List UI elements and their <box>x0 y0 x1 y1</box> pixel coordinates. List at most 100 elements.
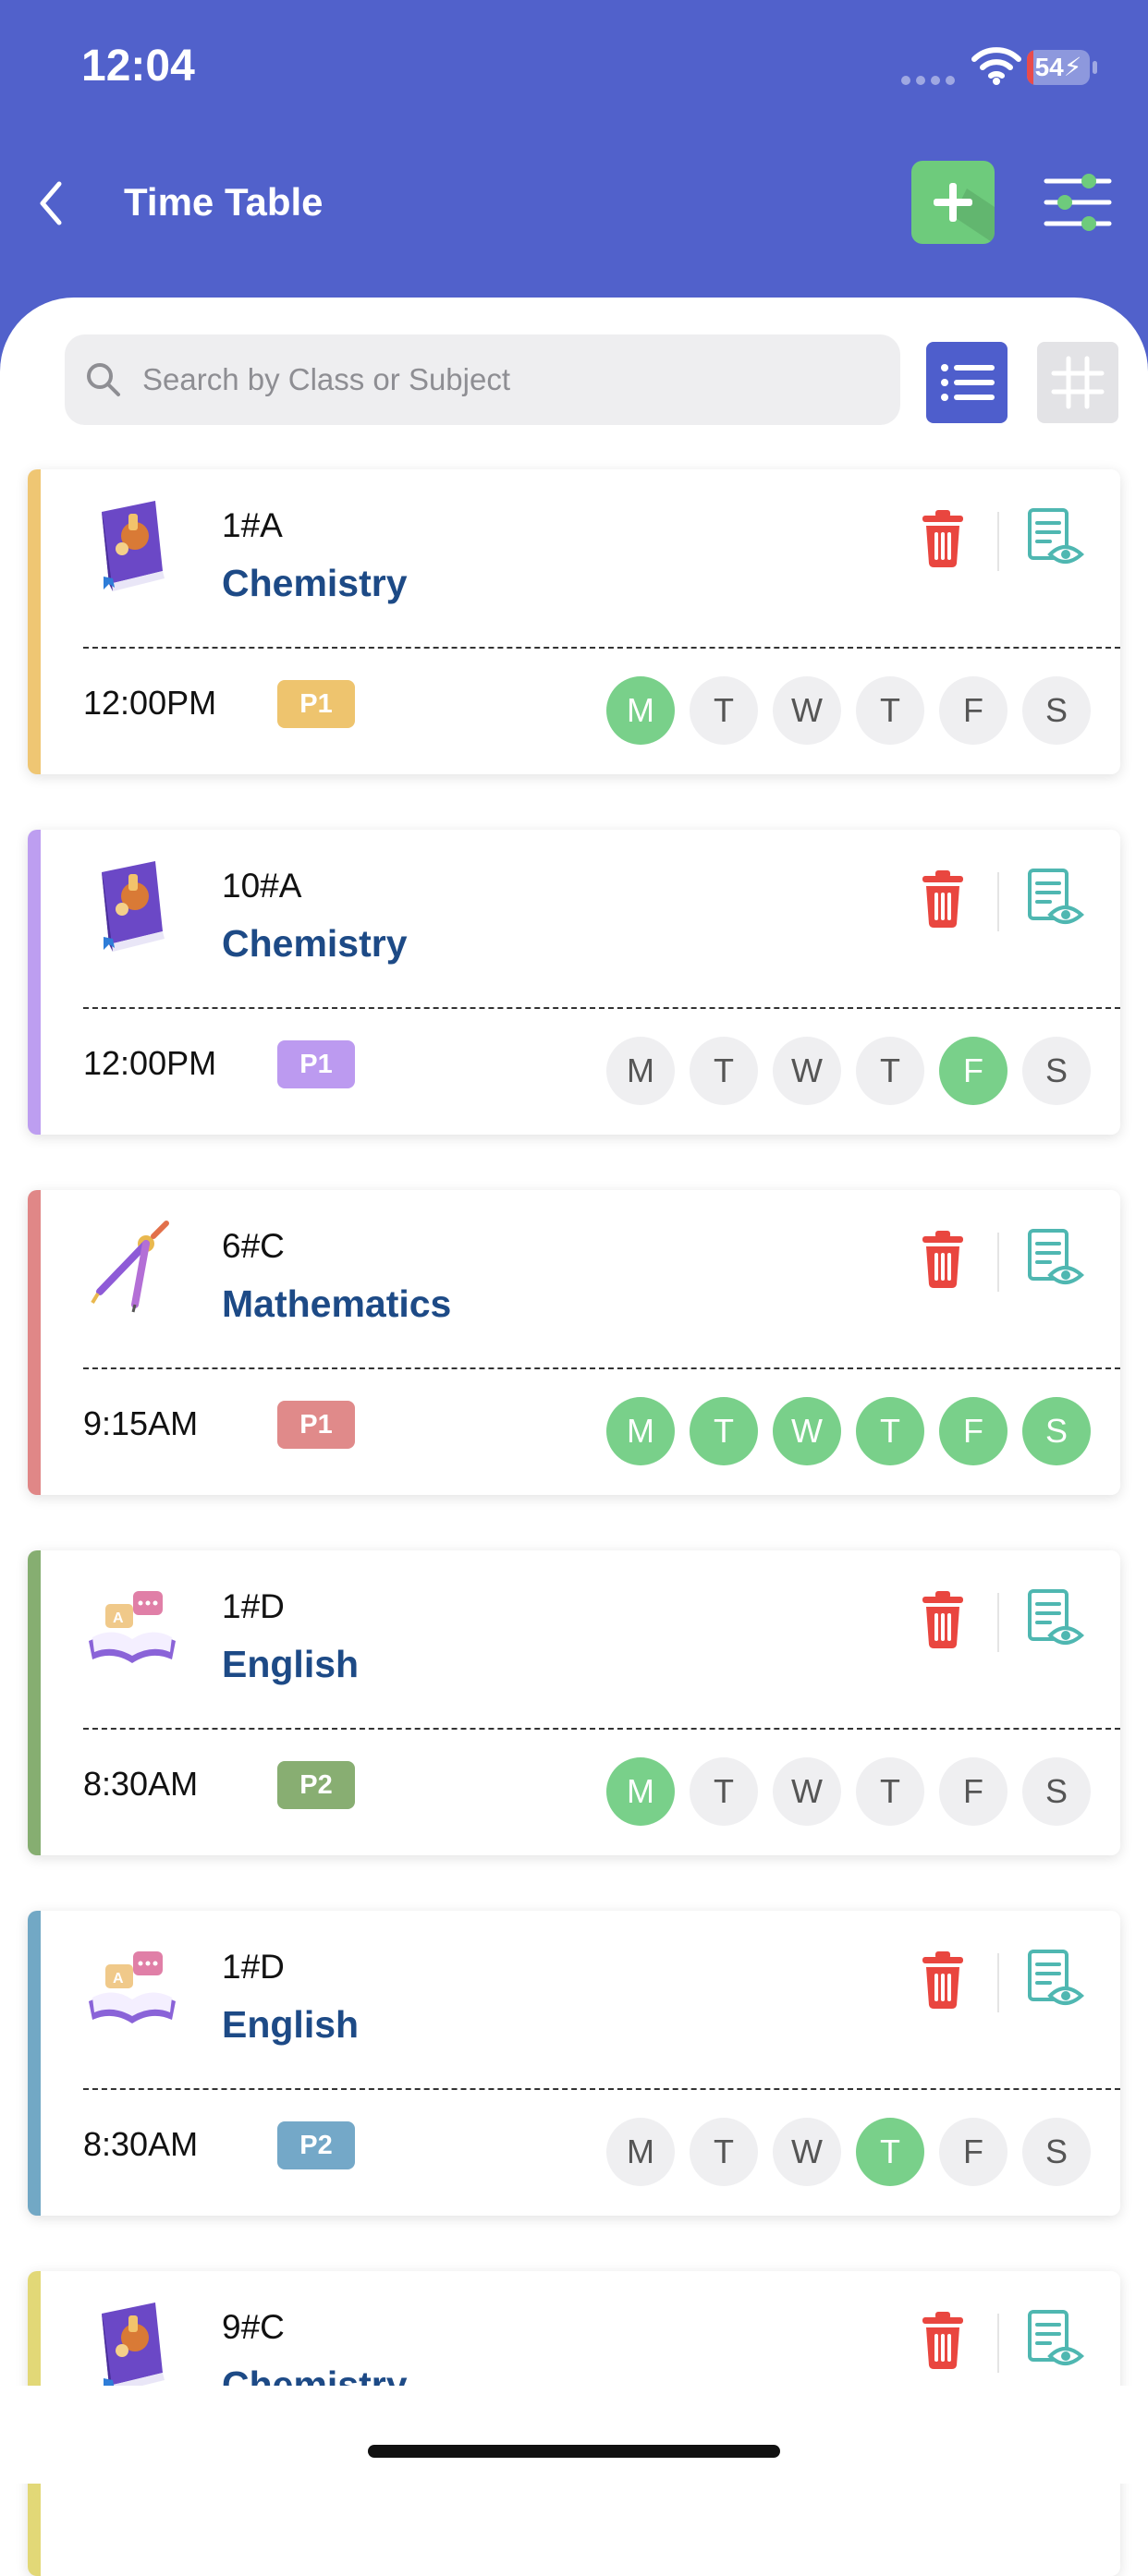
trash-icon <box>922 1231 963 1288</box>
day-chip-w[interactable]: W <box>773 2118 841 2186</box>
search-icon <box>87 363 120 396</box>
day-chips: MTWTFS <box>606 2118 1091 2186</box>
timetable-card[interactable]: A 1#D English 8:30AM P2 MTWTFS <box>28 1911 1120 2216</box>
day-chip-s[interactable]: S <box>1022 676 1091 745</box>
period-badge: P1 <box>277 1401 355 1449</box>
view-details-icon <box>1028 508 1085 564</box>
view-button[interactable] <box>1026 1948 1085 2012</box>
chemistry-book-icon <box>81 856 183 957</box>
delete-button[interactable] <box>915 2310 971 2371</box>
period-badge: P1 <box>277 680 355 728</box>
grid-view-button[interactable] <box>1037 342 1118 423</box>
delete-button[interactable] <box>915 1950 971 2011</box>
view-button[interactable] <box>1026 1587 1085 1652</box>
day-chip-t[interactable]: T <box>690 1037 758 1105</box>
filter-sliders-icon[interactable] <box>1043 170 1113 235</box>
view-button[interactable] <box>1026 506 1085 571</box>
day-chip-t[interactable]: T <box>856 1397 924 1465</box>
class-label: 6#C <box>222 1227 285 1265</box>
view-details-icon <box>1028 1950 1085 2005</box>
class-label: 1#A <box>222 506 283 544</box>
day-chip-t[interactable]: T <box>690 1397 758 1465</box>
delete-button[interactable] <box>915 869 971 930</box>
view-details-icon <box>1028 1589 1085 1645</box>
class-label: 1#D <box>222 1948 285 1986</box>
day-chip-s[interactable]: S <box>1022 1037 1091 1105</box>
page-title: Time Table <box>124 180 324 224</box>
card-color-stripe <box>28 469 41 774</box>
dashed-divider <box>83 1007 1120 1009</box>
day-chip-t[interactable]: T <box>856 1757 924 1826</box>
subject-label: English <box>222 2003 360 2046</box>
card-color-stripe <box>28 1550 41 1855</box>
subject-label: English <box>222 1643 360 1685</box>
day-chip-m[interactable]: M <box>606 2118 675 2186</box>
day-chip-s[interactable]: S <box>1022 1757 1091 1826</box>
search-bar[interactable] <box>65 334 900 425</box>
day-chip-w[interactable]: W <box>773 1757 841 1826</box>
subject-label: Chemistry <box>222 922 408 965</box>
day-chip-s[interactable]: S <box>1022 2118 1091 2186</box>
english-book-icon: A <box>81 1576 183 1678</box>
day-chip-w[interactable]: W <box>773 676 841 745</box>
day-chips: MTWTFS <box>606 676 1091 745</box>
chemistry-book-icon <box>81 495 183 597</box>
day-chip-f[interactable]: F <box>939 1397 1008 1465</box>
view-button[interactable] <box>1026 1227 1085 1292</box>
day-chips: MTWTFS <box>606 1397 1091 1465</box>
day-chip-f[interactable]: F <box>939 1757 1008 1826</box>
timetable-card[interactable]: A 1#D English 8:30AM P2 MTWTFS <box>28 1550 1120 1855</box>
trash-icon <box>922 1951 963 2009</box>
list-icon <box>941 364 995 401</box>
day-chip-m[interactable]: M <box>606 1757 675 1826</box>
day-chip-t[interactable]: T <box>690 1757 758 1826</box>
battery-level: 54 <box>1034 53 1064 81</box>
svg-text:A: A <box>113 1971 124 1987</box>
day-chip-m[interactable]: M <box>606 1037 675 1105</box>
delete-button[interactable] <box>915 1229 971 1290</box>
view-details-icon <box>1028 2310 1085 2365</box>
day-chip-t[interactable]: T <box>690 676 758 745</box>
dashed-divider <box>83 2088 1120 2090</box>
day-chip-t[interactable]: T <box>856 1037 924 1105</box>
view-button[interactable] <box>1026 867 1085 931</box>
back-chevron-icon[interactable] <box>28 171 74 236</box>
day-chip-t[interactable]: T <box>856 676 924 745</box>
day-chip-f[interactable]: F <box>939 2118 1008 2186</box>
card-color-stripe <box>28 1190 41 1495</box>
trash-icon <box>922 1591 963 1648</box>
delete-button[interactable] <box>915 508 971 569</box>
dashed-divider <box>83 1728 1120 1730</box>
timetable-card[interactable]: 1#A Chemistry 12:00PM P1 MTWTFS <box>28 469 1120 774</box>
class-label: 10#A <box>222 867 302 905</box>
card-color-stripe <box>28 830 41 1135</box>
day-chip-f[interactable]: F <box>939 676 1008 745</box>
search-input[interactable] <box>140 361 865 398</box>
time-label: 12:00PM <box>83 684 217 722</box>
timetable-card[interactable]: 10#A Chemistry 12:00PM P1 MTWTFS <box>28 830 1120 1135</box>
view-button[interactable] <box>1026 2308 1085 2373</box>
day-chip-s[interactable]: S <box>1022 1397 1091 1465</box>
class-label: 9#C <box>222 2308 285 2346</box>
divider <box>997 1593 999 1652</box>
plus-icon <box>934 183 995 244</box>
cellular-signal-icon <box>901 76 955 85</box>
day-chip-t[interactable]: T <box>856 2118 924 2186</box>
wifi-icon <box>971 47 1021 85</box>
status-time: 12:04 <box>81 42 195 91</box>
day-chip-m[interactable]: M <box>606 676 675 745</box>
day-chip-w[interactable]: W <box>773 1037 841 1105</box>
timetable-card[interactable]: 6#C Mathematics 9:15AM P1 MTWTFS <box>28 1190 1120 1495</box>
day-chip-m[interactable]: M <box>606 1397 675 1465</box>
period-badge: P1 <box>277 1040 355 1088</box>
home-indicator[interactable] <box>368 2445 780 2458</box>
day-chip-w[interactable]: W <box>773 1397 841 1465</box>
delete-button[interactable] <box>915 1589 971 1650</box>
view-details-icon <box>1028 1229 1085 1284</box>
day-chip-t[interactable]: T <box>690 2118 758 2186</box>
battery-icon: 54⚡ <box>1027 50 1090 85</box>
day-chip-f[interactable]: F <box>939 1037 1008 1105</box>
add-button[interactable] <box>911 161 995 244</box>
divider <box>997 1233 999 1292</box>
list-view-button[interactable] <box>926 342 1008 423</box>
